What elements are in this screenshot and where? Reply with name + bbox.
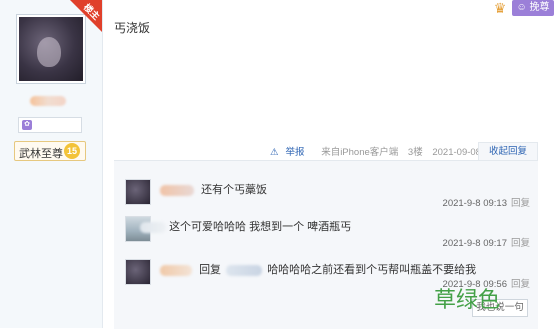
level-badge[interactable]: 武林至尊 15	[14, 141, 86, 161]
reply-text: 这个可爱哈哈哈 我想到一个 啤酒瓶丐	[169, 221, 352, 233]
reply-text: 还有个丐藁饭	[201, 184, 268, 196]
reply-link[interactable]: 回复	[511, 198, 530, 209]
op-badge: 楼主	[70, 0, 102, 32]
reply-meta: 2021-9-8 09:13 回复	[443, 195, 530, 209]
level-number: 15	[64, 143, 80, 159]
watermark: 草绿色	[434, 288, 501, 313]
collapse-replies-tab[interactable]: 收起回复	[478, 142, 538, 161]
reply-avatar[interactable]	[125, 179, 151, 205]
level-title: 武林至尊	[19, 148, 63, 160]
post-content: 丐浇饭	[114, 21, 151, 35]
reply-time: 2021-9-8 09:17	[442, 238, 507, 249]
support-icon: ☺	[516, 2, 527, 13]
medal-box[interactable]: ✿	[18, 117, 82, 133]
crown-icon: ♛	[493, 0, 507, 16]
reply-link[interactable]: 回复	[511, 238, 530, 249]
reply-target-blurred[interactable]	[226, 264, 263, 276]
reply-line: 回复 哈哈哈哈之前还看到个丐帮叫瓶盖不要给我	[160, 261, 476, 277]
reply-line: 这个可爱哈哈哈 我想到一个 啤酒瓶丐	[140, 218, 352, 234]
reply-text: 哈哈哈哈之前还看到个丐帮叫瓶盖不要给我	[267, 264, 477, 276]
reply-link[interactable]: 回复	[511, 279, 530, 290]
report-label: 举报	[285, 147, 305, 158]
reply-time: 2021-9-8 09:13	[442, 198, 507, 209]
reply-meta: 2021-9-8 09:17 回复	[443, 235, 530, 249]
author-panel: 楼主 ✿ 武林至尊 15	[0, 0, 103, 328]
reply-username-blurred[interactable]	[160, 264, 192, 276]
support-button-label: 挽尊	[529, 2, 550, 13]
post-source: 来自iPhone客户端	[321, 147, 399, 158]
support-button[interactable]: ☺ 挽尊	[512, 0, 554, 16]
reply-avatar[interactable]	[125, 259, 151, 285]
author-name-blurred[interactable]	[30, 96, 66, 106]
reply-prefix: 回复	[199, 264, 222, 276]
reply-line: 还有个丐藁饭	[160, 181, 267, 197]
reply-username-blurred[interactable]	[140, 221, 166, 233]
report-link[interactable]: ⚠ 举报	[270, 147, 312, 158]
medal-icon: ✿	[22, 120, 32, 130]
warning-icon: ⚠	[270, 147, 279, 158]
floor-number: 3楼	[407, 147, 423, 158]
reply-username-blurred[interactable]	[160, 184, 194, 196]
